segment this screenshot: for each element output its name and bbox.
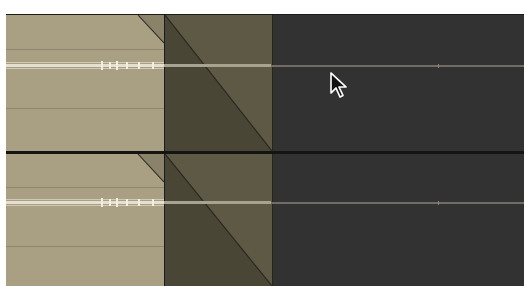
editor-frame	[0, 0, 526, 286]
clip-fade-in-triangle	[137, 15, 165, 44]
track-lane-2[interactable]	[6, 154, 524, 286]
waveform-2	[6, 198, 524, 207]
clip-fade-in-triangle	[137, 154, 165, 183]
waveform-1	[6, 61, 524, 70]
timeline-tracks	[6, 14, 524, 286]
arrow-pointer-icon	[330, 72, 347, 98]
track-lane-1[interactable]	[6, 15, 524, 151]
